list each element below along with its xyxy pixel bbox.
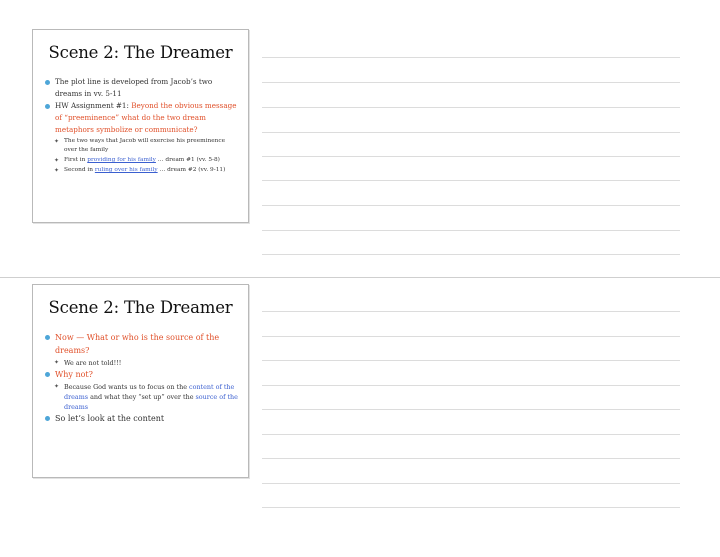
- slide-title: Scene 2: The Dreamer: [48, 43, 233, 62]
- bullet-list: The plot line is developed from Jacob’s …: [33, 76, 248, 175]
- sub-bullet-item: First in providing for his family … drea…: [43, 156, 238, 165]
- note-line: [262, 107, 680, 108]
- bullet-list: Now — What or who is the source of the d…: [33, 331, 248, 425]
- note-line: [262, 507, 680, 508]
- page-divider: [0, 277, 720, 278]
- note-line: [262, 483, 680, 484]
- note-line: [262, 57, 680, 58]
- slide-title: Scene 2: The Dreamer: [48, 298, 233, 317]
- note-line: [262, 254, 680, 255]
- note-line: [262, 385, 680, 386]
- slide-thumbnail-2: Scene 2: The Dreamer Now — What or who i…: [32, 284, 249, 478]
- note-line: [262, 409, 680, 410]
- bullet-item: HW Assignment #1: Beyond the obvious mes…: [43, 100, 238, 136]
- note-line: [262, 360, 680, 361]
- bullet-item: Now — What or who is the source of the d…: [43, 331, 238, 357]
- note-line: [262, 311, 680, 312]
- note-line: [262, 336, 680, 337]
- sub-bullet-item: Second in ruling over his family … dream…: [43, 166, 238, 175]
- bullet-item: The plot line is developed from Jacob’s …: [43, 76, 238, 100]
- bullet-item: Why not?: [43, 368, 238, 381]
- sub-bullet-item: We are not told!!!: [43, 358, 238, 368]
- note-line: [262, 132, 680, 133]
- text-link: providing for his family: [87, 157, 156, 163]
- note-line: [262, 156, 680, 157]
- text-link: ruling over his family: [94, 167, 158, 173]
- bullet-item: So let’s look at the content: [43, 412, 238, 425]
- note-line: [262, 230, 680, 231]
- note-line: [262, 82, 680, 83]
- sub-bullet-item: Because God wants us to focus on the con…: [43, 382, 238, 412]
- note-line: [262, 205, 680, 206]
- slide-thumbnail-1: Scene 2: The Dreamer The plot line is de…: [32, 29, 249, 223]
- note-line: [262, 180, 680, 181]
- sub-bullet-item: The two ways that Jacob will exercise hi…: [43, 137, 238, 155]
- note-line: [262, 434, 680, 435]
- note-line: [262, 458, 680, 459]
